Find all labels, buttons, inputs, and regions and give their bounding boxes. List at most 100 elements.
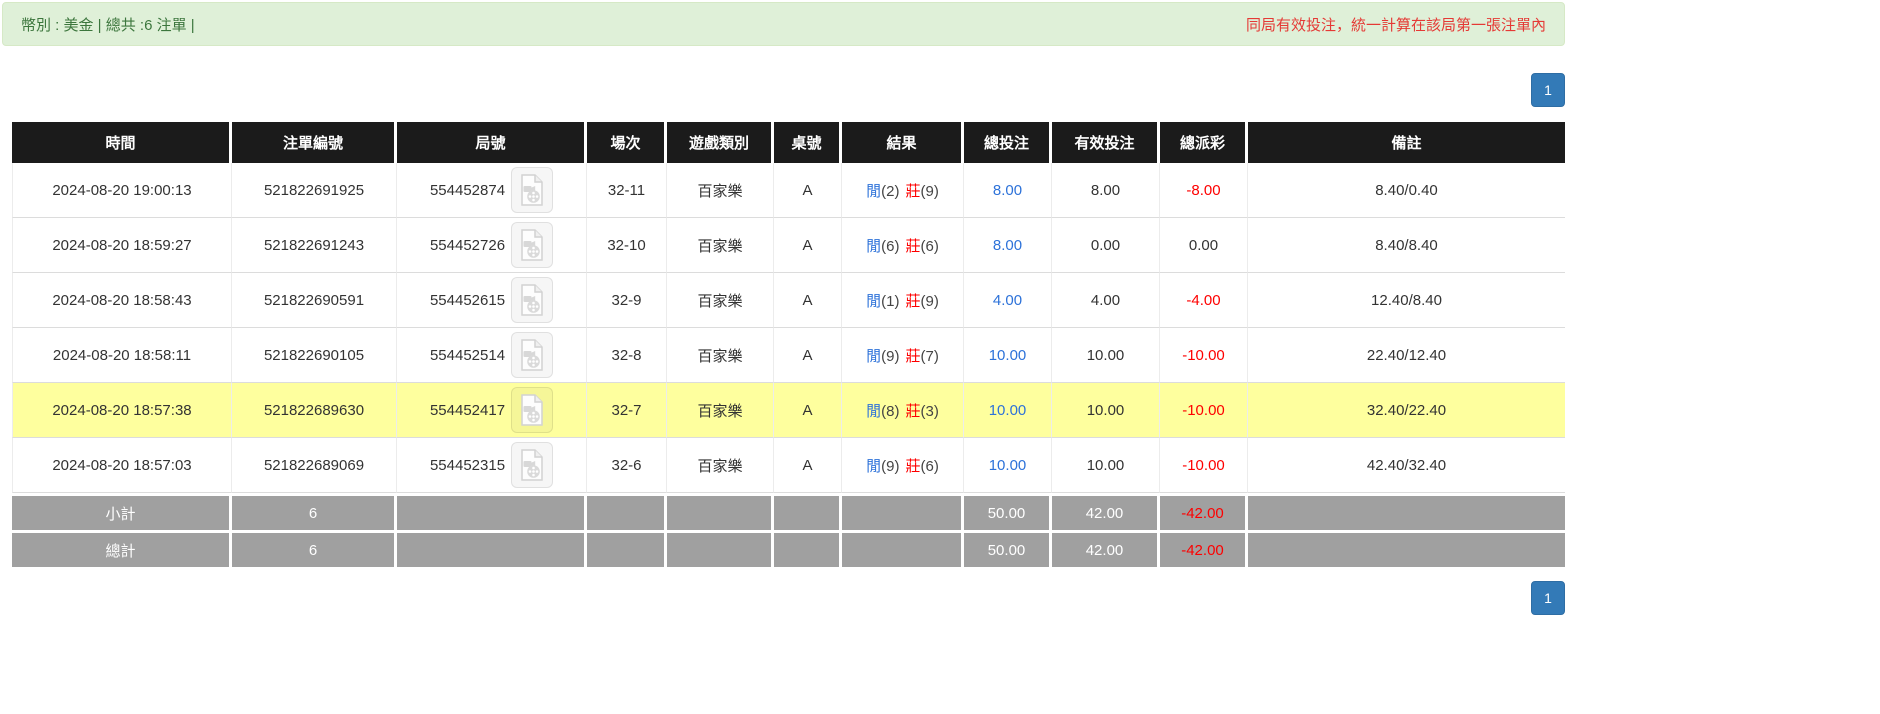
cell-total-bet: 10.00	[964, 383, 1052, 438]
pagination-bottom-page-1-button[interactable]: 1	[1531, 581, 1565, 615]
round-number: 554452615	[429, 291, 506, 309]
cell-round-id: 554452615	[397, 273, 587, 328]
film-document-icon	[521, 449, 543, 481]
cell-session: 32-11	[587, 163, 667, 218]
cell-total-bet: 10.00	[964, 328, 1052, 383]
cell-game-type: 百家樂	[667, 383, 774, 438]
cell-game-type: 百家樂	[667, 273, 774, 328]
round-number: 554452417	[429, 401, 506, 419]
result-banker-score: (6)	[920, 457, 939, 475]
header-time: 時間	[12, 122, 232, 163]
cell-total-bet: 8.00	[964, 218, 1052, 273]
result-banker-score: (9)	[920, 292, 939, 310]
result-banker-label: 莊	[905, 237, 921, 255]
cell-time: 2024-08-20 18:57:03	[12, 438, 232, 493]
cell-valid-bet: 8.00	[1052, 163, 1160, 218]
video-replay-button[interactable]	[511, 277, 554, 323]
result-player-label: 閒	[866, 237, 882, 255]
header-round-id: 局號	[397, 122, 587, 163]
result-banker-label: 莊	[905, 292, 921, 310]
result-banker-score: (7)	[920, 347, 939, 365]
result-banker-score: (6)	[920, 237, 939, 255]
cell-round-id: 554452417	[397, 383, 587, 438]
table-row-highlighted: 2024-08-20 18:57:38 521822689630 5544524…	[12, 383, 1565, 438]
cell-result: 閒(8) 莊(3)	[842, 383, 964, 438]
header-session: 場次	[587, 122, 667, 163]
table-row: 2024-08-20 18:59:27 521822691243 5544527…	[12, 218, 1565, 273]
empty-cell	[587, 493, 667, 530]
cell-table-no: A	[774, 273, 842, 328]
cell-valid-bet: 0.00	[1052, 218, 1160, 273]
subtotal-valid-bet: 42.00	[1052, 493, 1160, 530]
cell-remark: 22.40/12.40	[1248, 328, 1565, 383]
video-replay-button[interactable]	[511, 387, 554, 433]
cell-total-bet: 4.00	[964, 273, 1052, 328]
cell-result: 閒(1) 莊(9)	[842, 273, 964, 328]
cell-bet-id: 521822690105	[232, 328, 397, 383]
cell-valid-bet: 10.00	[1052, 328, 1160, 383]
empty-cell	[397, 530, 587, 567]
cell-table-no: A	[774, 438, 842, 493]
empty-cell	[397, 493, 587, 530]
cell-round-id: 554452726	[397, 218, 587, 273]
header-result: 結果	[842, 122, 964, 163]
table-row: 2024-08-20 18:58:43 521822690591 5544526…	[12, 273, 1565, 328]
cell-remark: 42.40/32.40	[1248, 438, 1565, 493]
subtotal-count: 6	[232, 493, 397, 530]
result-player-score: (9)	[881, 457, 900, 475]
cell-time: 2024-08-20 19:00:13	[12, 163, 232, 218]
cell-round-id: 554452315	[397, 438, 587, 493]
header-bet-id: 注單編號	[232, 122, 397, 163]
film-document-icon	[521, 339, 543, 371]
result-player-score: (2)	[881, 182, 900, 200]
cell-remark: 8.40/0.40	[1248, 163, 1565, 218]
cell-time: 2024-08-20 18:57:38	[12, 383, 232, 438]
cell-session: 32-9	[587, 273, 667, 328]
cell-bet-id: 521822690591	[232, 273, 397, 328]
video-replay-button[interactable]	[511, 442, 554, 488]
cell-result: 閒(9) 莊(7)	[842, 328, 964, 383]
table-header-row: 時間 注單編號 局號 場次 遊戲類別 桌號 結果 總投注 有效投注 總派彩 備註	[12, 122, 1565, 163]
result-banker-score: (3)	[920, 402, 939, 420]
table-row: 2024-08-20 18:58:11 521822690105 5544525…	[12, 328, 1565, 383]
subtotal-total-bet: 50.00	[964, 493, 1052, 530]
cell-table-no: A	[774, 383, 842, 438]
pagination-bottom: 1	[0, 581, 1565, 615]
cell-total-payout: -4.00	[1160, 273, 1248, 328]
cell-result: 閒(2) 莊(9)	[842, 163, 964, 218]
pagination-page-1-button[interactable]: 1	[1531, 73, 1565, 107]
film-document-icon	[521, 394, 543, 426]
cell-total-bet: 10.00	[964, 438, 1052, 493]
cell-valid-bet: 10.00	[1052, 438, 1160, 493]
result-player-label: 閒	[866, 182, 882, 200]
cell-time: 2024-08-20 18:58:11	[12, 328, 232, 383]
empty-cell	[774, 493, 842, 530]
cell-table-no: A	[774, 328, 842, 383]
round-number: 554452315	[429, 456, 506, 474]
result-player-label: 閒	[866, 347, 882, 365]
cell-bet-id: 521822691243	[232, 218, 397, 273]
empty-cell	[587, 530, 667, 567]
video-replay-button[interactable]	[511, 222, 554, 268]
subtotal-label: 小計	[12, 493, 232, 530]
cell-total-payout: -10.00	[1160, 328, 1248, 383]
video-replay-button[interactable]	[511, 167, 554, 213]
cell-game-type: 百家樂	[667, 163, 774, 218]
cell-bet-id: 521822691925	[232, 163, 397, 218]
video-replay-button[interactable]	[511, 332, 554, 378]
cell-result: 閒(6) 莊(6)	[842, 218, 964, 273]
cell-bet-id: 521822689069	[232, 438, 397, 493]
cell-total-bet: 8.00	[964, 163, 1052, 218]
empty-cell	[1248, 493, 1565, 530]
cell-time: 2024-08-20 18:59:27	[12, 218, 232, 273]
cell-remark: 8.40/8.40	[1248, 218, 1565, 273]
notice-warning-text: 同局有效投注，統一計算在該局第一張注單內	[1245, 16, 1546, 34]
cell-total-payout: -10.00	[1160, 383, 1248, 438]
empty-cell	[842, 493, 964, 530]
result-banker-label: 莊	[905, 347, 921, 365]
cell-table-no: A	[774, 218, 842, 273]
cell-total-payout: 0.00	[1160, 218, 1248, 273]
cell-valid-bet: 10.00	[1052, 383, 1160, 438]
cell-total-payout: -10.00	[1160, 438, 1248, 493]
film-document-icon	[521, 174, 543, 206]
